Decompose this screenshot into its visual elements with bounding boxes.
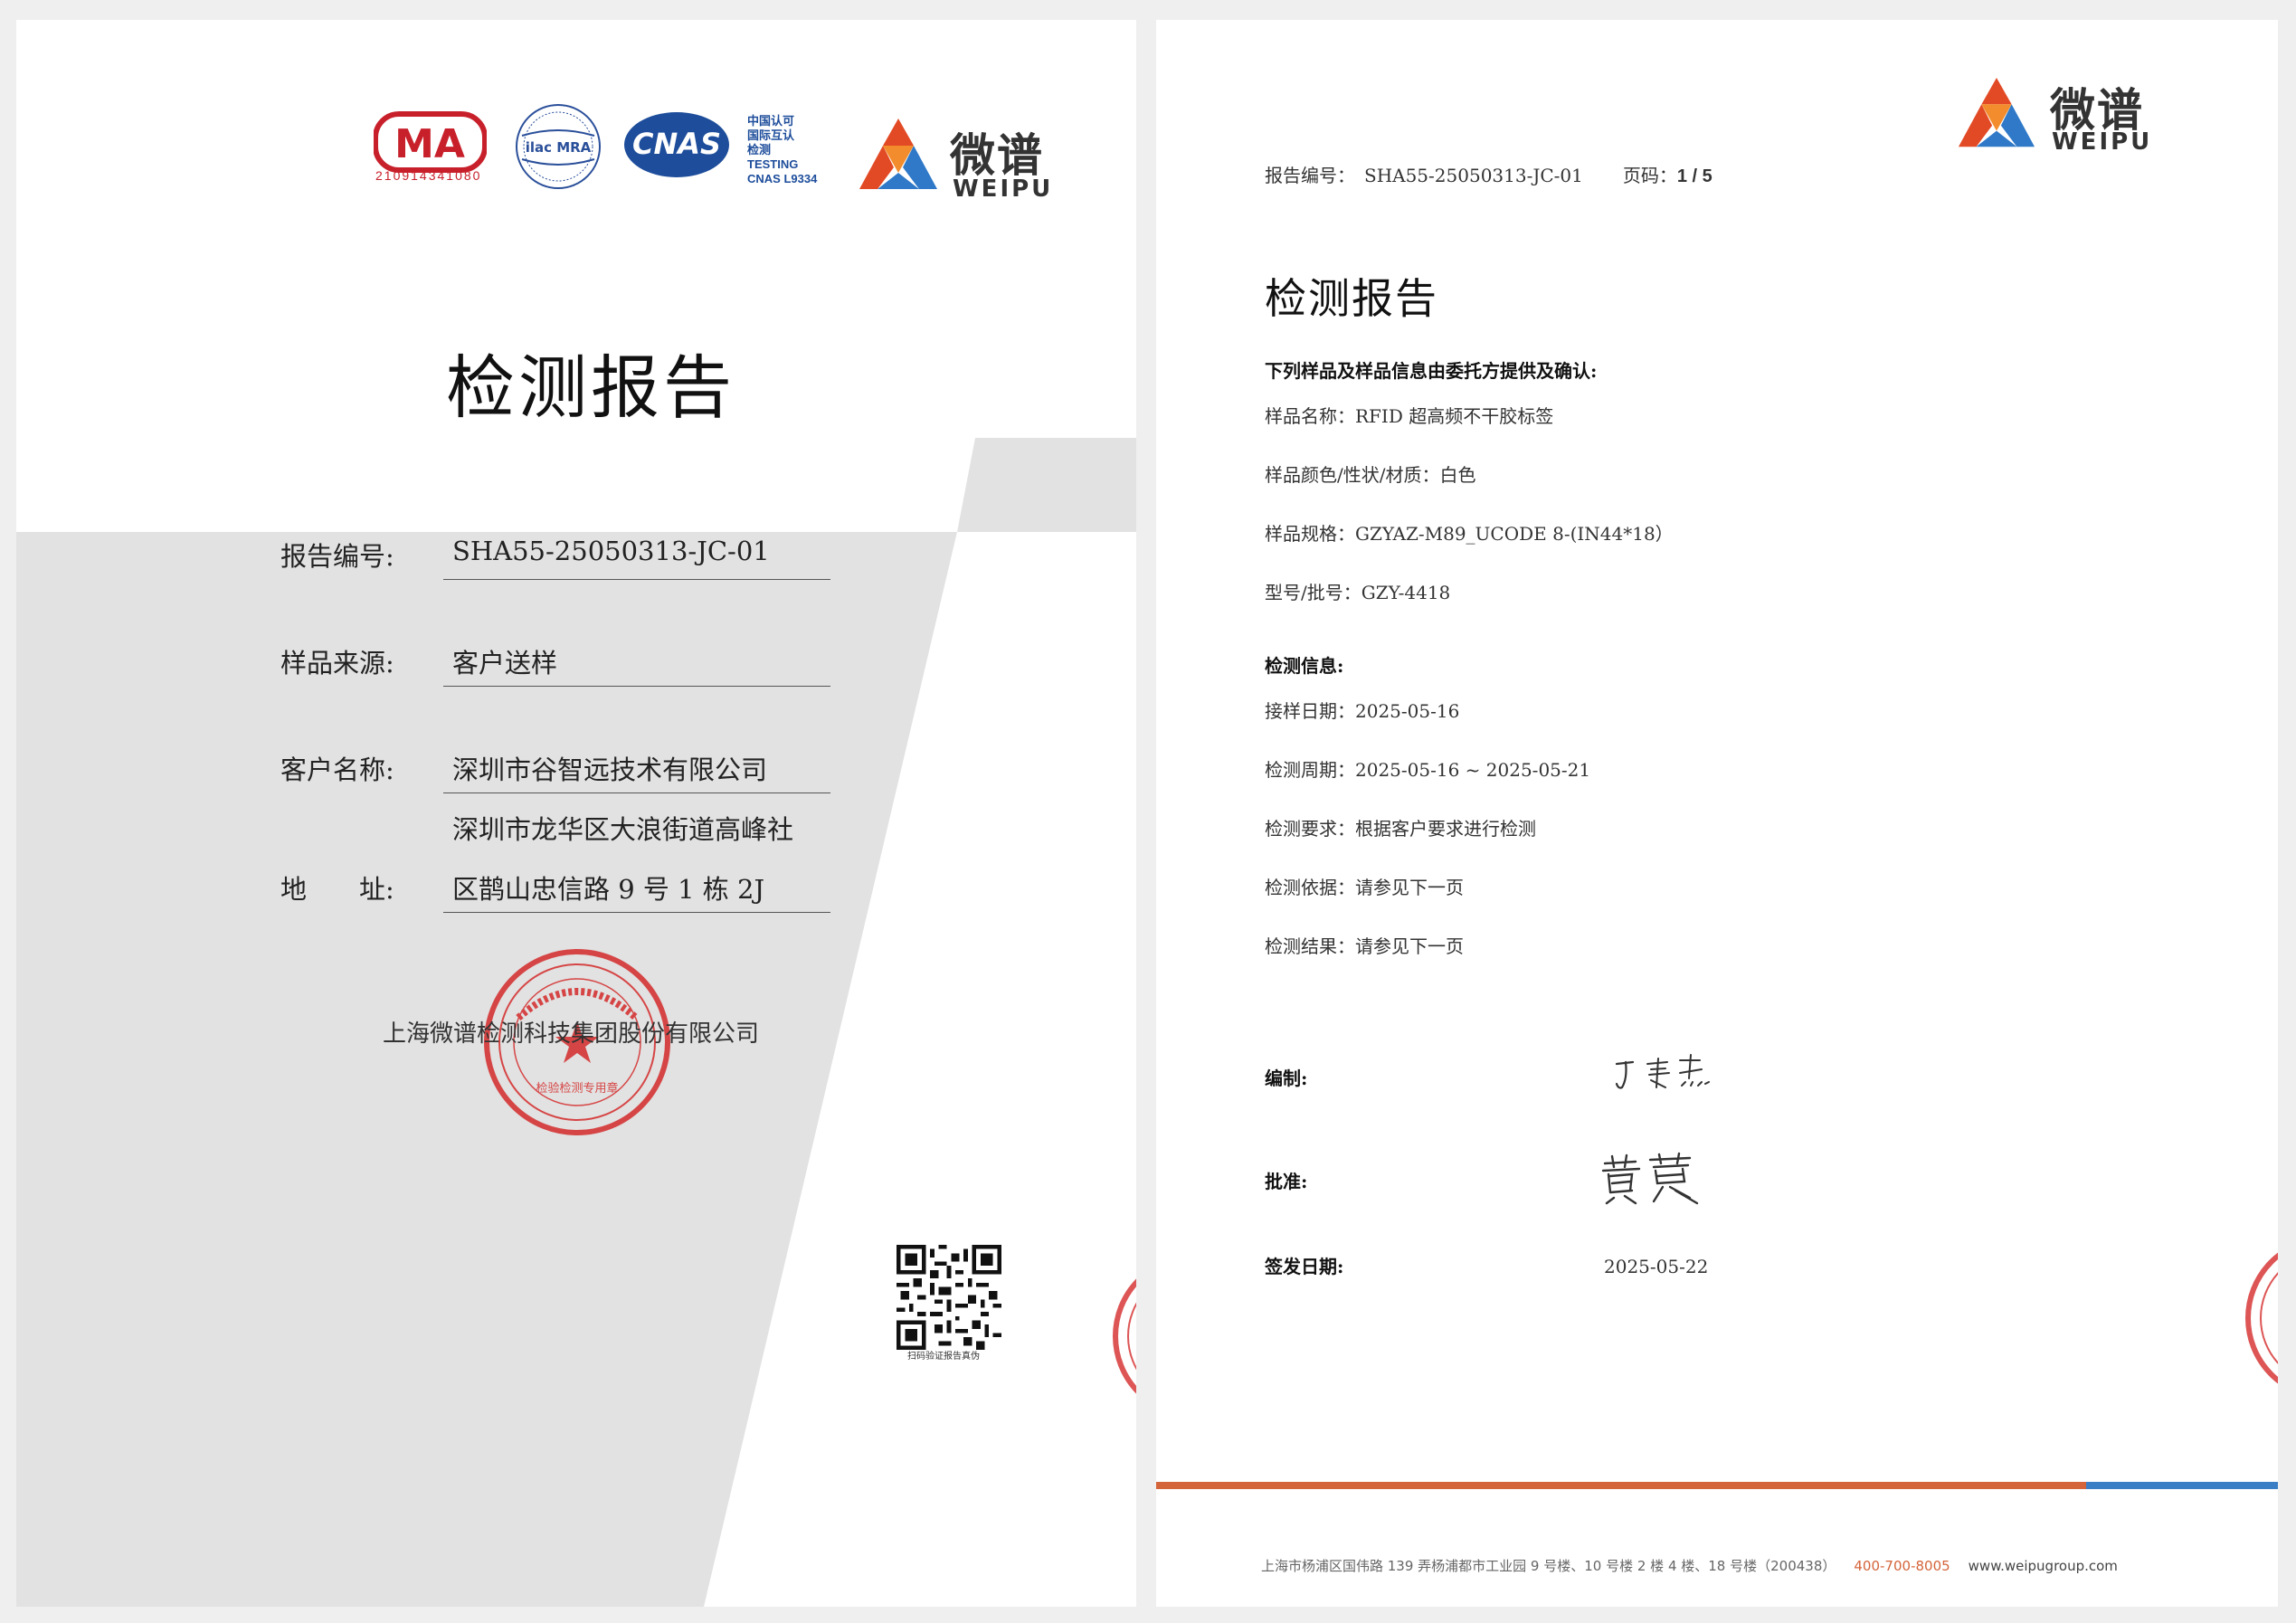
approved-label: 批准: — [1265, 1171, 1308, 1192]
cnas-caption-line: 检测 — [747, 143, 772, 157]
sample-model: 型号/批号：GZY-4418 — [1265, 582, 1451, 603]
cnas-caption-line: TESTING — [747, 157, 799, 171]
report-title: 检测报告 — [1265, 274, 1438, 323]
svg-text:MA: MA — [394, 121, 465, 167]
cnas-caption: 中国认可 国际互认 检测 TESTING CNAS L9334 — [747, 114, 817, 186]
footer-phone[interactable]: 400-700-8005 — [1854, 1558, 1950, 1574]
sample-color: 样品颜色/性状/材质：白色 — [1265, 464, 1476, 486]
weipu-logo-icon — [1958, 77, 2035, 147]
test-result: 检测结果：请参见下一页 — [1265, 935, 1464, 957]
sample-heading: 下列样品及样品信息由委托方提供及确认: — [1265, 360, 1598, 382]
footer-website-link[interactable]: www.weipugroup.com — [1969, 1558, 2118, 1574]
client-name-value: 深圳市谷智远技术有限公司 — [452, 755, 768, 785]
footer-bar-blue — [2086, 1482, 2278, 1489]
issue-date-label: 签发日期: — [1265, 1256, 1344, 1277]
cnas-logo-icon: CNAS — [624, 112, 729, 177]
cnas-caption-line: CNAS L9334 — [747, 172, 818, 185]
compiler-signature-icon — [1615, 1054, 1710, 1089]
report-no-value: SHA55-25050313-JC-01 — [452, 536, 770, 566]
brand-name-en: WEIPU — [2052, 128, 2153, 156]
detail-page: 微谱 WEIPU 报告编号： SHA55-25050313-JC-01 页码：1 /… — [1156, 20, 2278, 1607]
sample-name: 样品名称：RFID 超高频不干胶标签 — [1265, 405, 1554, 427]
qr-caption: 扫码验证报告真伪 — [907, 1352, 980, 1362]
report-no-value: SHA55-25050313-JC-01 — [1364, 165, 1583, 186]
cover-title: 检测报告 — [446, 347, 735, 428]
approver-signature-icon — [1601, 1152, 1699, 1205]
footer-bar-orange — [1156, 1482, 2086, 1489]
sample-source-label: 样品来源: — [280, 648, 394, 679]
address-underline — [443, 912, 830, 913]
cover-company-name: 上海微谱检测科技集团股份有限公司 — [383, 1020, 760, 1048]
sample-source-value: 客户送样 — [452, 648, 558, 679]
address-line-1: 深圳市龙华区大浪街道高峰社 — [452, 814, 794, 845]
cnas-text: CNAS — [632, 127, 721, 161]
cma-number: 210914341080 — [375, 168, 482, 183]
report-no-underline — [443, 579, 830, 580]
page-footer: 上海市杨浦区国伟路 139 弄杨浦都市工业园 9 号楼、10 号楼 2 楼 4 … — [1261, 1556, 2118, 1575]
seal-subtitle: 检验检测专用章 — [536, 1081, 618, 1096]
accreditation-logos: MA 210914341080 ilac MRA CNAS 中国认可 国际互认 … — [374, 85, 1097, 203]
test-period: 检测周期：2025-05-16 ~ 2025-05-21 — [1265, 759, 1591, 781]
test-heading: 检测信息: — [1265, 655, 1344, 677]
partial-seal-icon — [1113, 1278, 1136, 1394]
issue-date-value: 2025-05-22 — [1604, 1256, 1709, 1277]
report-no-label: 报告编号: — [280, 541, 394, 572]
address-label: 地 址: — [280, 874, 394, 905]
test-requirement: 检测要求：根据客户要求进行检测 — [1265, 818, 1536, 840]
weipu-logo-icon — [859, 119, 937, 189]
partial-seal-icon — [2245, 1252, 2278, 1384]
ilac-mra-logo-icon: ilac MRA — [516, 104, 601, 189]
compiled-label: 编制: — [1265, 1068, 1308, 1089]
sample-spec: 样品规格：GZYAZ-M89_UCODE 8-(IN44*18） — [1265, 523, 1674, 545]
test-basis: 检测依据：请参见下一页 — [1265, 877, 1464, 898]
cnas-caption-line: 中国认可 — [747, 114, 795, 128]
client-name-label: 客户名称: — [280, 755, 394, 785]
footer-address: 上海市杨浦区国伟路 139 弄杨浦都市工业园 9 号楼、10 号楼 2 楼 4 … — [1261, 1558, 1836, 1574]
report-no-label: 报告编号： — [1265, 165, 1355, 186]
brand-name-en: WEIPU — [953, 176, 1054, 203]
report-meta: 报告编号： SHA55-25050313-JC-01 页码：1 / 5 — [1265, 161, 1722, 187]
cnas-caption-line: 国际互认 — [747, 128, 795, 142]
address-line-2: 区鹊山忠信路 9 号 1 栋 2J — [452, 874, 765, 905]
qr-code-icon[interactable] — [893, 1245, 1005, 1350]
receive-date: 接样日期：2025-05-16 — [1265, 700, 1460, 722]
page-label: 页码： — [1622, 165, 1677, 186]
ilac-text: ilac MRA — [526, 139, 592, 156]
sample-source-underline — [443, 686, 830, 687]
cover-page: MA 210914341080 ilac MRA CNAS 中国认可 国际互认 … — [16, 20, 1136, 1607]
page-number: 1 / 5 — [1676, 166, 1713, 186]
